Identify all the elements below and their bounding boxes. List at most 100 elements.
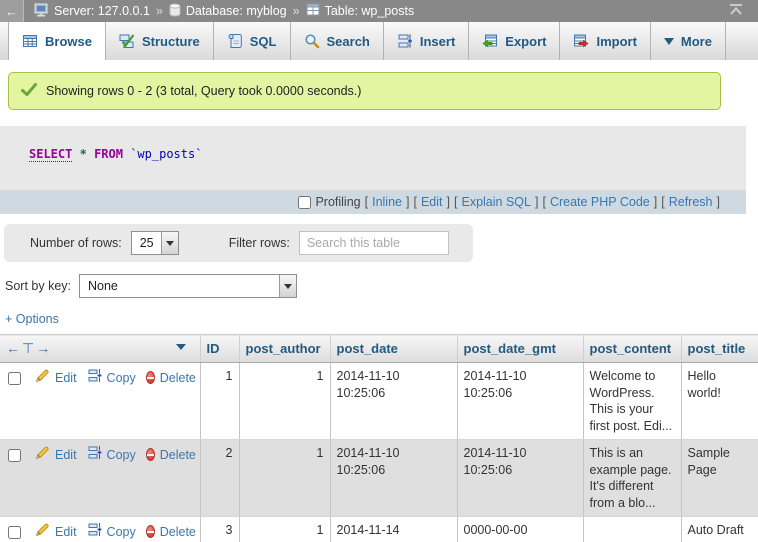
- success-check-icon: [21, 83, 37, 99]
- tab-import[interactable]: Import: [560, 22, 650, 60]
- bracket: ]: [406, 195, 409, 209]
- copy-row-link[interactable]: Copy: [107, 524, 136, 541]
- row-select-checkbox[interactable]: [8, 372, 21, 385]
- cell-post-content: [583, 517, 681, 542]
- delete-row-link[interactable]: Delete: [160, 524, 196, 541]
- row-select-checkbox[interactable]: [8, 449, 21, 462]
- breadcrumb-separator: »: [293, 4, 300, 18]
- console-collapse-button[interactable]: [722, 4, 750, 18]
- nav-panel-collapse-button[interactable]: ←: [0, 0, 24, 22]
- tab-structure[interactable]: Structure: [106, 22, 214, 60]
- pencil-icon: [35, 522, 50, 542]
- table-tab-bar: Browse Structure SQL Search Insert Expor…: [0, 22, 758, 60]
- column-header-post-title[interactable]: post_title: [681, 335, 758, 363]
- column-header-id[interactable]: ID: [200, 335, 239, 363]
- filter-rows-input[interactable]: [299, 231, 449, 255]
- filter-rows-label: Filter rows:: [229, 236, 290, 250]
- import-icon: [573, 33, 589, 49]
- tab-insert[interactable]: Insert: [384, 22, 469, 60]
- column-header-post-content[interactable]: post_content: [583, 335, 681, 363]
- inline-link[interactable]: Inline: [372, 195, 402, 209]
- sort-by-key-select[interactable]: None: [79, 274, 297, 298]
- breadcrumb-table-label: Table: wp_posts: [325, 4, 415, 18]
- browse-icon: [22, 33, 38, 49]
- breadcrumb: Server: 127.0.0.1 » Database: myblog » T…: [24, 3, 722, 20]
- row-select-checkbox[interactable]: [8, 526, 21, 539]
- move-column-left-icon[interactable]: ←: [6, 340, 22, 356]
- tab-browse[interactable]: Browse: [8, 22, 106, 60]
- breadcrumb-table[interactable]: Table: wp_posts: [306, 3, 415, 19]
- structure-icon: [119, 33, 135, 49]
- chevron-down-icon: [664, 38, 674, 45]
- edit-row-link[interactable]: Edit: [55, 524, 77, 541]
- bracket: [: [413, 195, 416, 209]
- delete-icon: [146, 448, 155, 461]
- delete-row-link[interactable]: Delete: [160, 370, 196, 387]
- dropdown-button[interactable]: [161, 232, 178, 254]
- options-toggle-link[interactable]: + Options: [5, 312, 59, 326]
- number-of-rows-label: Number of rows:: [30, 236, 122, 250]
- bracket: [: [365, 195, 368, 209]
- edit-query-link[interactable]: Edit: [421, 195, 443, 209]
- database-icon: [169, 3, 181, 20]
- refresh-link[interactable]: Refresh: [669, 195, 713, 209]
- copy-row-link[interactable]: Copy: [107, 370, 136, 387]
- pencil-icon: [35, 368, 50, 388]
- column-tee-icon[interactable]: ⊤: [22, 340, 36, 356]
- header-row: ←⊤→ ID post_author post_date post_date_g…: [0, 335, 758, 363]
- profiling-checkbox[interactable]: [298, 196, 311, 209]
- copy-icon: [87, 522, 102, 542]
- tab-more[interactable]: More: [651, 22, 726, 60]
- table-icon: [306, 3, 320, 19]
- copy-icon: [87, 445, 102, 465]
- tab-sql-label: SQL: [250, 34, 277, 49]
- create-php-code-link[interactable]: Create PHP Code: [550, 195, 650, 209]
- edit-row-link[interactable]: Edit: [55, 447, 77, 464]
- bracket: [: [661, 195, 664, 209]
- delete-icon: [146, 371, 155, 384]
- sort-by-key-label: Sort by key:: [5, 279, 71, 293]
- column-header-post-date[interactable]: post_date: [330, 335, 457, 363]
- number-of-rows-select[interactable]: 25: [131, 231, 179, 255]
- sql-query-text: SELECT * FROM `wp_posts`: [29, 147, 746, 161]
- server-icon: [34, 3, 49, 20]
- bracket: ]: [535, 195, 538, 209]
- header-options-arrow-icon[interactable]: [176, 344, 186, 350]
- tab-search[interactable]: Search: [291, 22, 384, 60]
- dropdown-button[interactable]: [279, 275, 296, 297]
- results-table: ←⊤→ ID post_author post_date post_date_g…: [0, 334, 758, 542]
- cell-post-author: 1: [239, 440, 330, 517]
- copy-row-link[interactable]: Copy: [107, 447, 136, 464]
- edit-row-link[interactable]: Edit: [55, 370, 77, 387]
- table-row: Edit Copy Delete 3 1 2014-11-14 06:33:38…: [0, 517, 758, 542]
- table-row: Edit Copy Delete 1 1 2014-11-10 10:25:06…: [0, 363, 758, 440]
- export-icon: [482, 33, 498, 49]
- sql-star: *: [80, 147, 87, 161]
- chevron-down-icon: [166, 241, 174, 246]
- tab-export[interactable]: Export: [469, 22, 560, 60]
- breadcrumb-database-label: Database: myblog: [186, 4, 287, 18]
- breadcrumb-server[interactable]: Server: 127.0.0.1: [34, 3, 150, 20]
- cell-post-title: Hello world!: [681, 363, 758, 440]
- column-header-post-date-gmt[interactable]: post_date_gmt: [457, 335, 583, 363]
- rows-control-bar: Number of rows: 25 Filter rows:: [4, 224, 473, 262]
- bracket: ]: [654, 195, 657, 209]
- bracket: [: [542, 195, 545, 209]
- column-nav-header: ←⊤→: [0, 335, 200, 363]
- explain-sql-link[interactable]: Explain SQL: [461, 195, 530, 209]
- sql-keyword-select[interactable]: SELECT: [29, 147, 72, 162]
- table-row: Edit Copy Delete 2 1 2014-11-10 10:25:06…: [0, 440, 758, 517]
- tab-sql[interactable]: SQL: [214, 22, 291, 60]
- bracket: ]: [447, 195, 450, 209]
- sort-by-key-value: None: [80, 275, 279, 297]
- copy-icon: [87, 368, 102, 388]
- cell-post-date-gmt: 2014-11-10 10:25:06: [457, 440, 583, 517]
- query-actions-bar: Profiling [ Inline ] [ Edit ] [ Explain …: [0, 190, 746, 214]
- profiling-label: Profiling: [315, 195, 360, 209]
- breadcrumb-database[interactable]: Database: myblog: [169, 3, 287, 20]
- delete-row-link[interactable]: Delete: [160, 447, 196, 464]
- success-message: Showing rows 0 - 2 (3 total, Query took …: [8, 72, 721, 110]
- cell-post-title: Auto Draft: [681, 517, 758, 542]
- move-column-right-icon[interactable]: →: [36, 340, 52, 356]
- column-header-post-author[interactable]: post_author: [239, 335, 330, 363]
